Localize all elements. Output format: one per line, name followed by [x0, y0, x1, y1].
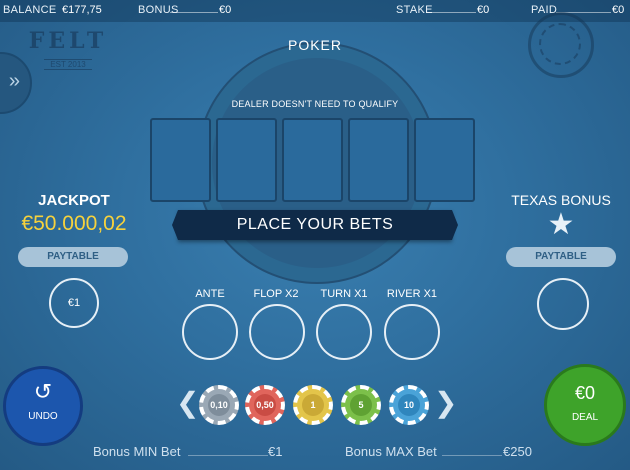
chip-10[interactable]: 10 — [389, 385, 429, 425]
flop-bet-spot[interactable] — [249, 304, 305, 360]
chip-5[interactable]: 5 — [341, 385, 381, 425]
qualify-note: DEALER DOESN'T NEED TO QUALIFY — [231, 99, 399, 109]
chevron-left-icon[interactable]: ❮ — [176, 386, 199, 420]
undo-label: UNDO — [28, 411, 58, 422]
balance-value: €177,75 — [62, 4, 102, 16]
river-label: RIVER X1 — [386, 288, 438, 300]
jackpot-paytable-button[interactable]: PAYTABLE — [18, 247, 128, 267]
divider — [442, 455, 502, 456]
jackpot-bet-spot[interactable]: €1 — [49, 278, 99, 328]
turn-bet-spot[interactable] — [316, 304, 372, 360]
chip-value: 10 — [398, 394, 420, 416]
status-banner-text: PLACE YOUR BETS — [236, 216, 394, 233]
chip-value: 0,50 — [254, 394, 276, 416]
undo-arrow-icon: ↺ — [33, 379, 53, 404]
flop-label: FLOP X2 — [253, 288, 299, 300]
card-slot-1 — [150, 118, 211, 202]
deal-amount: €0 — [574, 383, 596, 403]
chip-value: 5 — [350, 394, 372, 416]
chip-0-10[interactable]: 0,10 — [199, 385, 239, 425]
bonus-min-value: €1 — [268, 444, 283, 459]
jackpot-bet-value: €1 — [67, 297, 81, 309]
chip-value: 1 — [302, 394, 324, 416]
bonus-max-label: Bonus MAX Bet — [345, 444, 437, 459]
texas-bonus-paytable-button[interactable]: PAYTABLE — [506, 247, 616, 267]
stake-label: STAKE — [396, 4, 433, 16]
river-bet-spot[interactable] — [384, 304, 440, 360]
bonus-min-label: Bonus MIN Bet — [93, 444, 181, 459]
felt-logo-tagline: EST 2013 — [44, 59, 92, 70]
double-chevron-right-icon: » — [8, 70, 20, 92]
bonus-value: €0 — [219, 4, 232, 16]
status-banner: PLACE YOUR BETS — [172, 210, 458, 240]
texas-bonus-title: TEXAS BONUS — [511, 192, 611, 208]
bonus-label: BONUS — [138, 4, 179, 16]
divider — [426, 12, 476, 13]
card-slot-5 — [414, 118, 475, 202]
game-title: POKER — [287, 37, 342, 53]
chip-0-50[interactable]: 0,50 — [245, 385, 285, 425]
card-slot-4 — [348, 118, 409, 202]
divider — [170, 12, 218, 13]
paid-value: €0 — [612, 4, 625, 16]
undo-button[interactable]: ↺ UNDO — [3, 366, 83, 446]
card-slot-2 — [216, 118, 277, 202]
deal-label: DEAL — [571, 412, 599, 423]
stake-value: €0 — [477, 4, 490, 16]
chevron-right-icon[interactable]: ❯ — [434, 386, 457, 420]
chip-1[interactable]: 1 — [293, 385, 333, 425]
star-icon: ★ — [547, 208, 575, 241]
ante-bet-spot[interactable] — [182, 304, 238, 360]
jackpot-title: JACKPOT — [38, 192, 110, 209]
turn-label: TURN X1 — [320, 288, 368, 300]
jackpot-amount: €50.000,02 — [21, 212, 127, 235]
deal-button[interactable]: €0 DEAL — [544, 364, 626, 446]
balance-label: BALANCE — [3, 4, 57, 16]
texas-bonus-bet-spot[interactable] — [537, 278, 589, 330]
ante-label: ANTE — [195, 288, 225, 300]
divider — [188, 455, 268, 456]
bonus-max-value: €250 — [503, 444, 532, 459]
card-slot-3 — [282, 118, 343, 202]
chip-value: 0,10 — [208, 394, 230, 416]
